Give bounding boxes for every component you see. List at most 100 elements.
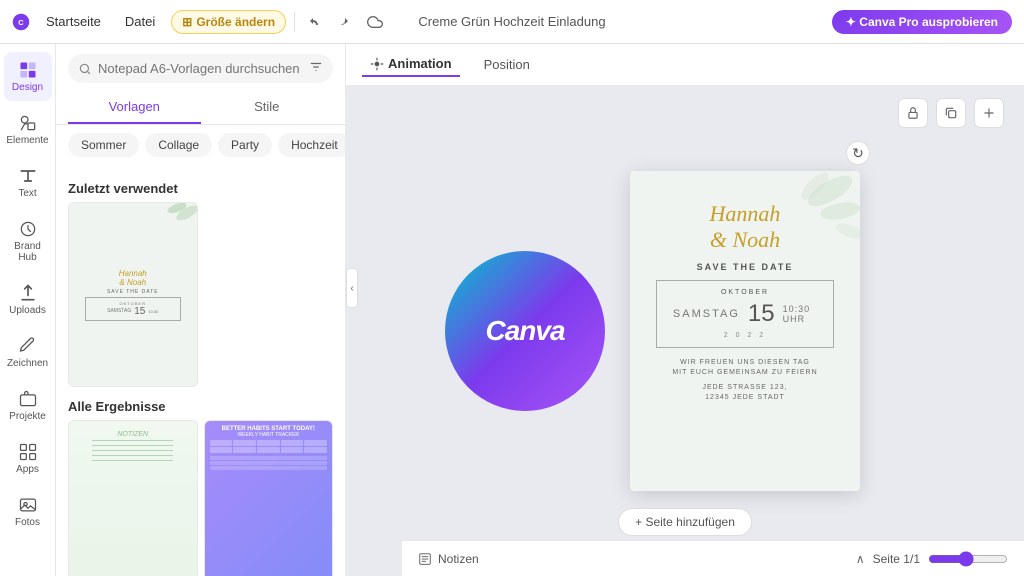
cloud-sync-button[interactable]: [363, 10, 387, 34]
left-sidebar: Design Elemente Text Brand Hub Uploads Z…: [0, 44, 56, 576]
animation-button[interactable]: Animation: [362, 52, 460, 77]
notepad-line-2: [92, 445, 173, 446]
tab-vorlagen[interactable]: Vorlagen: [68, 91, 201, 124]
habit-cell: [210, 447, 233, 453]
tag-sommer[interactable]: Sommer: [68, 133, 139, 157]
design-icon: [18, 60, 38, 80]
sidebar-item-uploads[interactable]: Uploads: [4, 275, 52, 324]
notepad-line-3: [92, 450, 173, 451]
panel-content: Zuletzt verwendet Hannah& Noah SAVE THE …: [56, 165, 345, 576]
main-layout: Design Elemente Text Brand Hub Uploads Z…: [0, 44, 1024, 576]
cloud-icon: [367, 14, 383, 30]
notes-button[interactable]: Notizen: [418, 552, 479, 566]
invitation-save-date: SAVE THE DATE: [697, 262, 794, 272]
brand-icon: [18, 219, 38, 239]
sidebar-item-photos[interactable]: Fotos: [4, 487, 52, 536]
sidebar-label-elements: Elemente: [6, 135, 48, 146]
sidebar-item-design[interactable]: Design: [4, 52, 52, 101]
tab-stile[interactable]: Stile: [201, 91, 334, 124]
invitation-time: 10:30 UHR: [783, 304, 818, 324]
sidebar-label-brand: Brand Hub: [8, 241, 48, 263]
template-panel: Vorlagen Stile Sommer Collage Party Hoch…: [56, 44, 346, 576]
canvas-area: Animation Position Canva: [346, 44, 1024, 576]
panel-collapse-handle[interactable]: ‹: [346, 268, 358, 308]
undo-icon: [307, 14, 323, 30]
all-results-title: Alle Ergebnisse: [68, 399, 333, 414]
invitation-day-label: SAMSTAG: [673, 308, 740, 320]
file-button[interactable]: Datei: [117, 10, 163, 33]
habit-cell: [257, 440, 280, 446]
sidebar-item-text[interactable]: Text: [4, 158, 52, 207]
sidebar-item-projects[interactable]: Projekte: [4, 381, 52, 430]
add-page-button[interactable]: + Seite hinzufügen: [618, 508, 752, 536]
filter-icon: [309, 60, 323, 74]
lock-button[interactable]: [898, 98, 928, 128]
invitation-names: Hannah& Noah: [710, 201, 781, 254]
photos-icon: [18, 495, 38, 515]
canva-pro-button[interactable]: ✦ Canva Pro ausprobieren: [832, 10, 1012, 34]
panel-search-area: [56, 44, 345, 91]
invitation-card: Hannah& Noah SAVE THE DATE OKTOBER SAMST…: [630, 171, 860, 491]
canvas-main: Canva Hannah& Noah SAVE THE DA: [346, 86, 1024, 576]
add-element-icon: [982, 106, 996, 120]
habit-cell: [257, 447, 280, 453]
sidebar-item-draw[interactable]: Zeichnen: [4, 328, 52, 377]
redo-icon: [335, 14, 351, 30]
bottom-bar: Notizen ∧ Seite 1/1: [402, 540, 1024, 576]
recently-used-title: Zuletzt verwendet: [68, 181, 333, 196]
draw-icon: [18, 336, 38, 356]
invitation-address: JEDE STRASSE 123,12345 JEDE STADT: [702, 383, 787, 403]
habit-cell: [210, 440, 233, 446]
habit-cell: [233, 447, 256, 453]
lock-icon: [906, 106, 920, 120]
canva-wordmark: Canva: [485, 315, 564, 347]
tag-party[interactable]: Party: [218, 133, 272, 157]
page-number: Seite 1/1: [873, 552, 920, 566]
resize-icon: ⊞: [182, 15, 192, 29]
sidebar-item-elements[interactable]: Elemente: [4, 105, 52, 154]
add-element-button[interactable]: [974, 98, 1004, 128]
position-button[interactable]: Position: [476, 53, 538, 76]
uploads-icon: [18, 283, 38, 303]
zoom-slider[interactable]: [928, 551, 1008, 567]
search-input[interactable]: [98, 61, 303, 76]
filter-button[interactable]: [309, 60, 323, 77]
notes-icon: [418, 552, 432, 566]
tag-collage[interactable]: Collage: [145, 133, 212, 157]
duplicate-icon: [944, 106, 958, 120]
undo-button[interactable]: [303, 10, 327, 34]
invitation-day-number: 15: [748, 300, 775, 328]
canva-watermark: Canva: [445, 251, 605, 411]
duplicate-button[interactable]: [936, 98, 966, 128]
search-bar: [68, 54, 333, 83]
habit-template-inner: BETTER HABITS START TODAY! WEEKLY HABIT …: [205, 421, 333, 576]
notepad-title: NOTIZEN: [117, 431, 148, 438]
topbar-left: C Startseite Datei ⊞ Größe ändern: [12, 10, 387, 34]
template-thumb-notepad[interactable]: NOTIZEN: [68, 420, 198, 576]
topbar-divider: [294, 12, 295, 32]
home-button[interactable]: Startseite: [38, 10, 109, 33]
template-thumb-hannah[interactable]: Hannah& Noah SAVE THE DATE OKTOBER SAMST…: [68, 202, 198, 387]
habit-grid: [210, 440, 328, 453]
sidebar-label-uploads: Uploads: [9, 305, 46, 316]
canva-logo-icon: C: [12, 13, 30, 31]
sidebar-item-apps[interactable]: Apps: [4, 434, 52, 483]
all-results-grid: NOTIZEN BETTER HABITS START TODAY! WEEKL…: [68, 420, 333, 576]
notepad-line-1: [92, 440, 173, 441]
tag-hochzeit[interactable]: Hochzeit: [278, 133, 345, 157]
animation-icon: [370, 57, 384, 71]
notepad-template-inner: NOTIZEN: [69, 421, 197, 576]
elements-icon: [18, 113, 38, 133]
invitation-card-container[interactable]: Hannah& Noah SAVE THE DATE OKTOBER SAMST…: [630, 171, 860, 491]
sidebar-label-projects: Projekte: [9, 411, 46, 422]
svg-text:C: C: [18, 18, 24, 27]
chevron-up-button[interactable]: ∧: [856, 552, 865, 566]
sidebar-item-brand[interactable]: Brand Hub: [4, 211, 52, 271]
habit-cell: [304, 440, 327, 446]
rotate-handle[interactable]: ↻: [846, 141, 870, 165]
template-thumb-habit[interactable]: BETTER HABITS START TODAY! WEEKLY HABIT …: [204, 420, 334, 576]
resize-button[interactable]: ⊞ Größe ändern: [171, 10, 286, 34]
invitation-date-box: OKTOBER SAMSTAG 15 10:30 UHR 2 0 2 2: [656, 280, 834, 348]
undo-redo-group: [303, 10, 355, 34]
redo-button[interactable]: [331, 10, 355, 34]
